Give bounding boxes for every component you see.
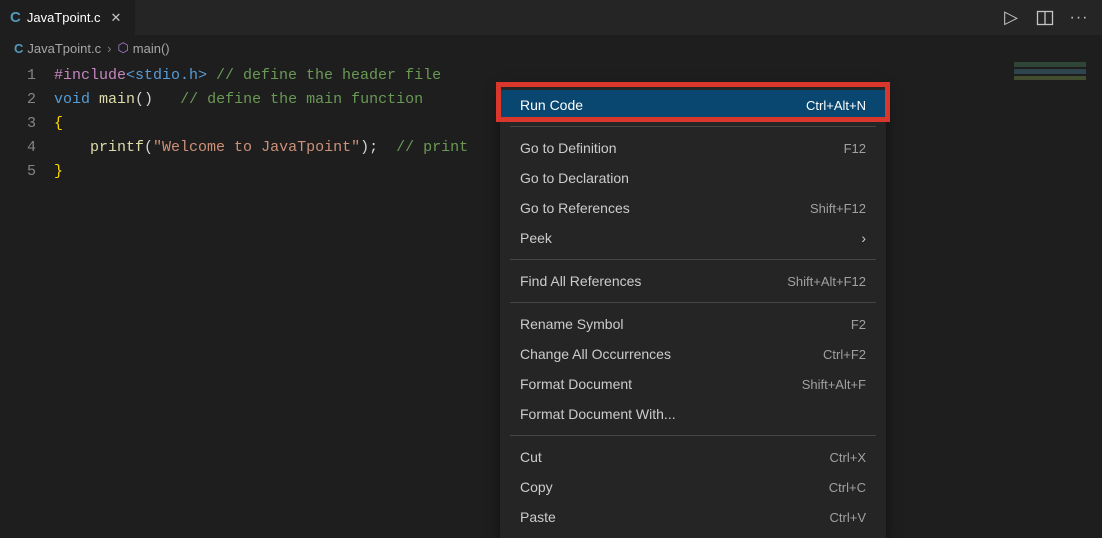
file-c-icon: C — [10, 9, 21, 26]
menu-label: Rename Symbol — [520, 316, 624, 332]
breadcrumb-file: JavaTpoint.c — [27, 41, 101, 56]
menu-format-document[interactable]: Format Document Shift+Alt+F — [500, 369, 886, 399]
tab-label: JavaTpoint.c — [27, 10, 101, 25]
breadcrumb-symbol: main() — [133, 41, 170, 56]
menu-shortcut: Shift+Alt+F — [802, 377, 866, 392]
menu-label: Paste — [520, 509, 556, 525]
scrollbar-track — [1088, 36, 1102, 510]
menu-shortcut: F2 — [851, 317, 866, 332]
menu-label: Run Code — [520, 97, 583, 113]
run-icon[interactable]: ▷ — [1002, 9, 1020, 27]
tab-bar: C JavaTpoint.c ✕ ▷ ··· — [0, 0, 1102, 36]
line-number: 2 — [0, 88, 54, 112]
menu-shortcut: Ctrl+Alt+N — [806, 98, 866, 113]
menu-label: Go to Declaration — [520, 170, 629, 186]
menu-label: Change All Occurrences — [520, 346, 671, 362]
menu-separator — [510, 259, 876, 260]
menu-separator — [510, 126, 876, 127]
line-number: 5 — [0, 160, 54, 184]
editor-actions: ▷ ··· — [1002, 9, 1102, 27]
menu-shortcut: Ctrl+V — [830, 510, 866, 525]
menu-label: Find All References — [520, 273, 641, 289]
editor-tab[interactable]: C JavaTpoint.c ✕ — [0, 0, 136, 36]
context-menu: Run Code Ctrl+Alt+N Go to Definition F12… — [500, 84, 886, 538]
chevron-right-icon: › — [107, 41, 111, 56]
menu-label: Go to References — [520, 200, 630, 216]
chevron-right-icon: › — [861, 230, 866, 246]
menu-go-definition[interactable]: Go to Definition F12 — [500, 133, 886, 163]
menu-label: Copy — [520, 479, 553, 495]
menu-shortcut: Ctrl+X — [830, 450, 866, 465]
menu-format-document-with[interactable]: Format Document With... — [500, 399, 886, 429]
line-number: 3 — [0, 112, 54, 136]
menu-label: Format Document — [520, 376, 632, 392]
split-editor-icon[interactable] — [1036, 9, 1054, 27]
menu-run-code[interactable]: Run Code Ctrl+Alt+N — [500, 90, 886, 120]
more-icon[interactable]: ··· — [1070, 9, 1088, 27]
menu-cut[interactable]: Cut Ctrl+X — [500, 442, 886, 472]
menu-separator — [510, 302, 876, 303]
menu-copy[interactable]: Copy Ctrl+C — [500, 472, 886, 502]
menu-change-occurrences[interactable]: Change All Occurrences Ctrl+F2 — [500, 339, 886, 369]
symbol-method-icon: ⬡ — [117, 40, 128, 56]
menu-shortcut: Shift+Alt+F12 — [787, 274, 866, 289]
menu-shortcut: F12 — [844, 141, 866, 156]
menu-paste[interactable]: Paste Ctrl+V — [500, 502, 886, 532]
menu-find-all-references[interactable]: Find All References Shift+Alt+F12 — [500, 266, 886, 296]
menu-shortcut: Shift+F12 — [810, 201, 866, 216]
menu-shortcut: Ctrl+C — [829, 480, 866, 495]
menu-label: Format Document With... — [520, 406, 676, 422]
close-icon[interactable]: ✕ — [107, 10, 126, 26]
menu-label: Cut — [520, 449, 542, 465]
menu-rename-symbol[interactable]: Rename Symbol F2 — [500, 309, 886, 339]
menu-peek[interactable]: Peek › — [500, 223, 886, 253]
minimap[interactable] — [1014, 62, 1086, 84]
menu-go-declaration[interactable]: Go to Declaration — [500, 163, 886, 193]
line-number: 1 — [0, 64, 54, 88]
menu-separator — [510, 435, 876, 436]
menu-label: Peek — [520, 230, 552, 246]
menu-go-references[interactable]: Go to References Shift+F12 — [500, 193, 886, 223]
line-number: 4 — [0, 136, 54, 160]
breadcrumb[interactable]: C JavaTpoint.c › ⬡ main() — [0, 36, 1102, 60]
file-c-icon: C — [14, 41, 23, 56]
menu-label: Go to Definition — [520, 140, 617, 156]
line-gutter: 1 2 3 4 5 — [0, 60, 54, 510]
menu-shortcut: Ctrl+F2 — [823, 347, 866, 362]
